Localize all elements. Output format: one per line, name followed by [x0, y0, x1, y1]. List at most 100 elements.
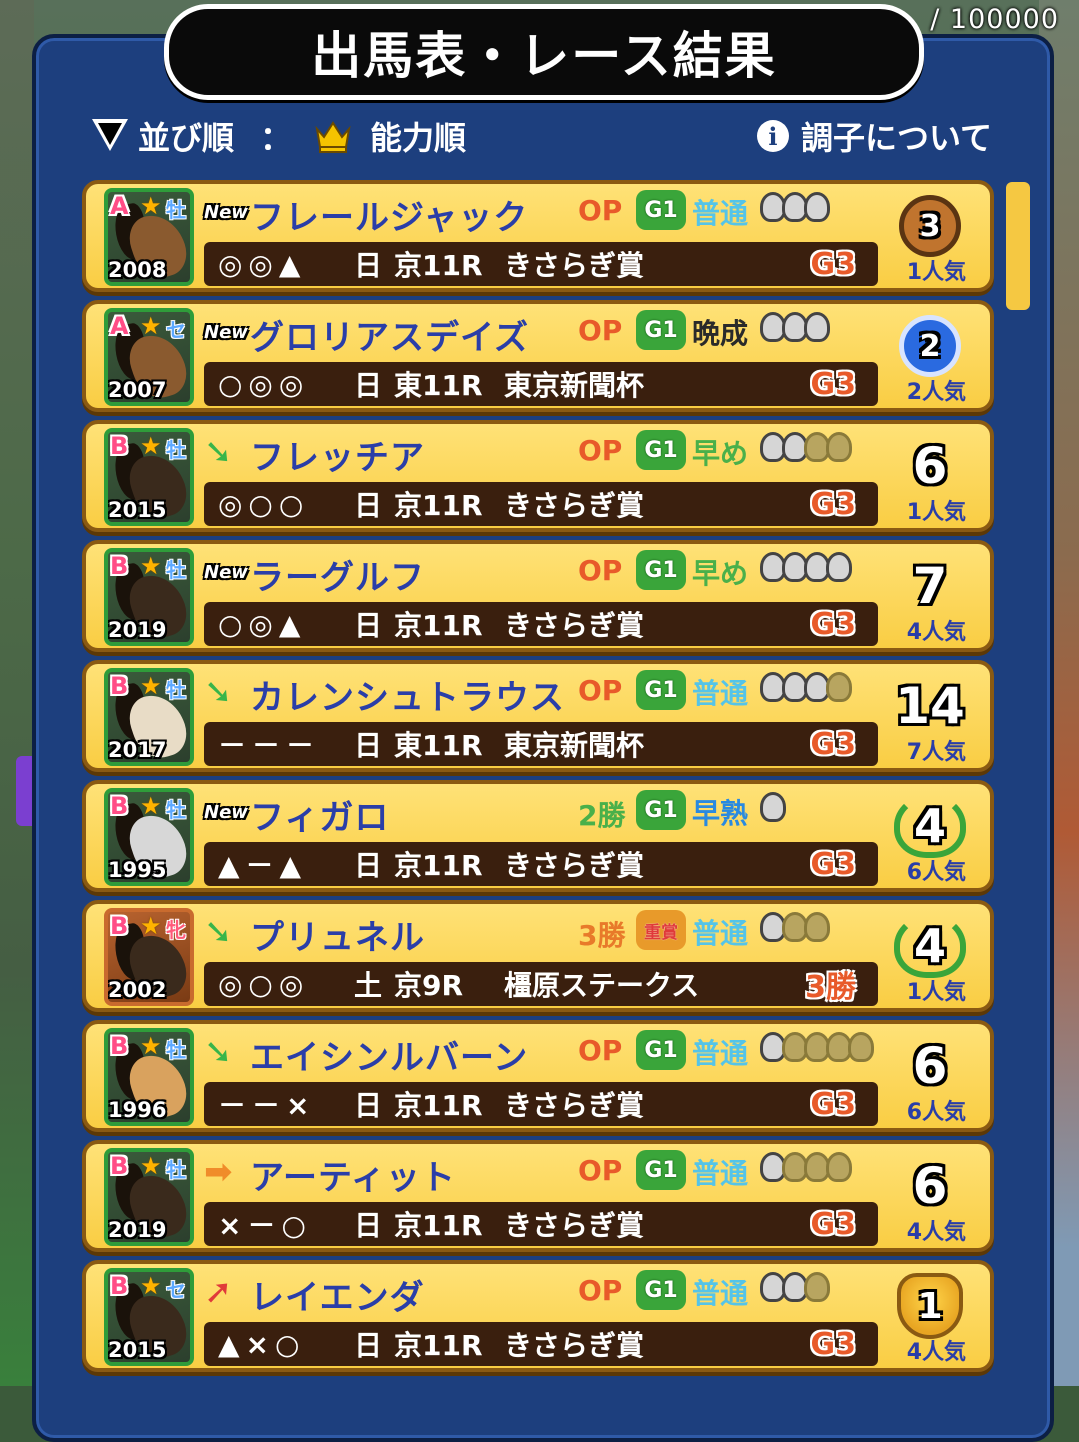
- condition-status: ➘: [204, 1034, 233, 1070]
- horse-row[interactable]: A ★ セ 2007 New グロリアスデイズ OP G1 晩成 ○◎◎ 日東11R 東京新聞杯 G3 2…: [82, 300, 994, 412]
- race-entry-bar[interactable]: ◎◎▲ 日京11R きさらぎ賞 G3: [204, 242, 878, 286]
- condition-status: ➚: [204, 1274, 233, 1310]
- star-icon: ★: [140, 1152, 162, 1180]
- popularity-rank: 6人気: [906, 1100, 966, 1125]
- laurel-icon: 4: [894, 914, 966, 978]
- target-grade-badge: G1: [636, 790, 686, 830]
- sex-badge: 牡: [166, 438, 186, 462]
- horse-name: アーティット: [250, 1158, 456, 1198]
- finish-position: 6: [912, 1157, 948, 1215]
- prediction-marks: ▲×○: [218, 1327, 306, 1361]
- prediction-marks: －－－: [218, 729, 321, 762]
- horse-year: 1996: [108, 1098, 167, 1122]
- prediction-marks: ◎○○: [218, 487, 310, 521]
- growth-type: 早め: [692, 437, 749, 470]
- horseshoe-empty-icon: [804, 912, 830, 942]
- prediction-marks: ◎○◎: [218, 967, 310, 1001]
- race-entry-bar[interactable]: －－× 日京11R きさらぎ賞 G3: [204, 1082, 878, 1126]
- horseshoe-empty-icon: [826, 432, 852, 462]
- horse-class: OP: [578, 1154, 623, 1187]
- horse-class: OP: [578, 434, 623, 467]
- race-grade: G3: [810, 1086, 857, 1122]
- race-name: きさらぎ賞: [504, 1209, 645, 1242]
- horseshoe-icon: [804, 192, 830, 222]
- sex-badge: 牡: [166, 678, 186, 702]
- race-name: きさらぎ賞: [504, 609, 645, 642]
- horse-name: ラーグルフ: [250, 558, 425, 598]
- target-grade-badge: 重賞: [636, 910, 686, 950]
- race-grade: G3: [810, 1206, 857, 1242]
- rank-badge: B: [110, 552, 129, 580]
- horse-row[interactable]: A ★ 牡 2008 New フレールジャック OP G1 普通 ◎◎▲ 日京11R きさらぎ賞 G3 3…: [82, 180, 994, 292]
- horse-row[interactable]: B ★ 牡 2017 ➘ カレンシュトラウス OP G1 普通 －－－ 日東11R 東京新聞杯 G3 14…: [82, 660, 994, 772]
- race-entry-bar[interactable]: ○◎▲ 日京11R きさらぎ賞 G3: [204, 602, 878, 646]
- race-entry-bar[interactable]: ◎○◎ 土京9R 橿原ステークス 3勝: [204, 962, 878, 1006]
- arrow-down-right-icon: ➘: [204, 432, 233, 472]
- scrollbar-thumb[interactable]: [1006, 182, 1030, 310]
- horse-portrait: B ★ 牡 2015: [104, 428, 194, 526]
- sort-value[interactable]: 能力順: [370, 113, 466, 159]
- star-icon: ★: [140, 912, 162, 940]
- race-entry-bar[interactable]: －－－ 日東11R 東京新聞杯 G3: [204, 722, 878, 766]
- race-name: 東京新聞杯: [504, 729, 645, 762]
- race-entry-bar[interactable]: ▲－▲ 日京11R きさらぎ賞 G3: [204, 842, 878, 886]
- horse-name: プリュネル: [250, 918, 425, 958]
- race-number: 京11R: [394, 249, 483, 282]
- race-day: 日: [354, 1209, 383, 1242]
- horse-class: OP: [578, 1274, 623, 1307]
- horse-name: レイエンダ: [250, 1278, 425, 1318]
- horse-name: フレールジャック: [250, 198, 529, 238]
- condition-info-button[interactable]: i 調子について: [756, 113, 992, 159]
- horse-class: OP: [578, 674, 623, 707]
- rank-badge: B: [110, 912, 129, 940]
- horse-class: 3勝: [578, 919, 626, 952]
- race-day: 日: [354, 609, 383, 642]
- horse-name: グロリアスデイズ: [250, 318, 529, 358]
- horseshoe-empty-icon: [826, 672, 852, 702]
- new-badge: New: [204, 801, 248, 823]
- horse-row[interactable]: B ★ 牝 2002 ➘ プリュネル 3勝 重賞 普通 ◎○◎ 土京9R 橿原ステークス 3勝 4 1人気: [82, 900, 994, 1012]
- target-grade-badge: G1: [636, 670, 686, 710]
- growth-type: 普通: [692, 1157, 749, 1190]
- sex-badge: セ: [166, 1278, 186, 1302]
- race-number: 京9R: [394, 969, 464, 1002]
- horse-row[interactable]: B ★ 牡 2019 New ラーグルフ OP G1 早め ○◎▲ 日京11R きさらぎ賞 G3 7 4人気: [82, 540, 994, 652]
- arrow-down-right-icon: ➘: [204, 1032, 233, 1072]
- horseshoe-rating: [760, 1272, 830, 1302]
- growth-type: 早め: [692, 557, 749, 590]
- race-number: 京11R: [394, 1089, 483, 1122]
- horseshoe-icon: [804, 312, 830, 342]
- horse-row[interactable]: B ★ 牡 1995 New フィガロ 2勝 G1 早熟 ▲－▲ 日京11R きさらぎ賞 G3 4 6人気: [82, 780, 994, 892]
- horse-row[interactable]: B ★ 牡 1996 ➘ エイシンルバーン OP G1 普通 －－× 日京11R きさらぎ賞 G3 6 6人…: [82, 1020, 994, 1132]
- horse-row[interactable]: B ★ 牡 2019 ➡ アーティット OP G1 普通 ×－○ 日京11R きさらぎ賞 G3 6 4人気: [82, 1140, 994, 1252]
- sort-dropdown-icon[interactable]: [92, 119, 128, 153]
- rank-badge: A: [110, 192, 129, 220]
- horse-class: OP: [578, 1034, 623, 1067]
- sex-badge: 牝: [166, 918, 186, 942]
- race-entry-bar[interactable]: ▲×○ 日京11R きさらぎ賞 G3: [204, 1322, 878, 1366]
- race-entry-bar[interactable]: ◎○○ 日京11R きさらぎ賞 G3: [204, 482, 878, 526]
- sort-label[interactable]: 並び順: [138, 113, 234, 159]
- target-grade-badge: G1: [636, 310, 686, 350]
- horse-year: 2008: [108, 258, 167, 282]
- horse-class: OP: [578, 194, 623, 227]
- horse-year: 2017: [108, 738, 167, 762]
- new-badge: New: [204, 201, 248, 223]
- race-entry-bar[interactable]: ○◎◎ 日東11R 東京新聞杯 G3: [204, 362, 878, 406]
- popularity-rank: 4人気: [906, 620, 966, 645]
- horseshoe-rating: [760, 312, 830, 342]
- horseshoe-rating: [760, 552, 852, 582]
- prediction-marks: ○◎◎: [218, 367, 310, 401]
- horse-row[interactable]: B ★ セ 2015 ➚ レイエンダ OP G1 普通 ▲×○ 日京11R きさらぎ賞 G3 1 4人気: [82, 1260, 994, 1372]
- growth-type: 普通: [692, 917, 749, 950]
- horse-row[interactable]: B ★ 牡 2015 ➘ フレッチア OP G1 早め ◎○○ 日京11R きさらぎ賞 G3 6 1人気: [82, 420, 994, 532]
- sort-bar: 並び順 ： 能力順 i 調子について: [92, 114, 992, 158]
- horse-class: OP: [578, 554, 623, 587]
- finish-position: 14: [895, 677, 965, 735]
- arrow-down-right-icon: ➘: [204, 672, 233, 712]
- trophy-icon: 1: [897, 1273, 963, 1339]
- race-entry-bar[interactable]: ×－○ 日京11R きさらぎ賞 G3: [204, 1202, 878, 1246]
- popularity-rank: 4人気: [906, 1340, 966, 1365]
- popularity-rank: 6人気: [906, 860, 966, 885]
- laurel-icon: 4: [894, 794, 966, 858]
